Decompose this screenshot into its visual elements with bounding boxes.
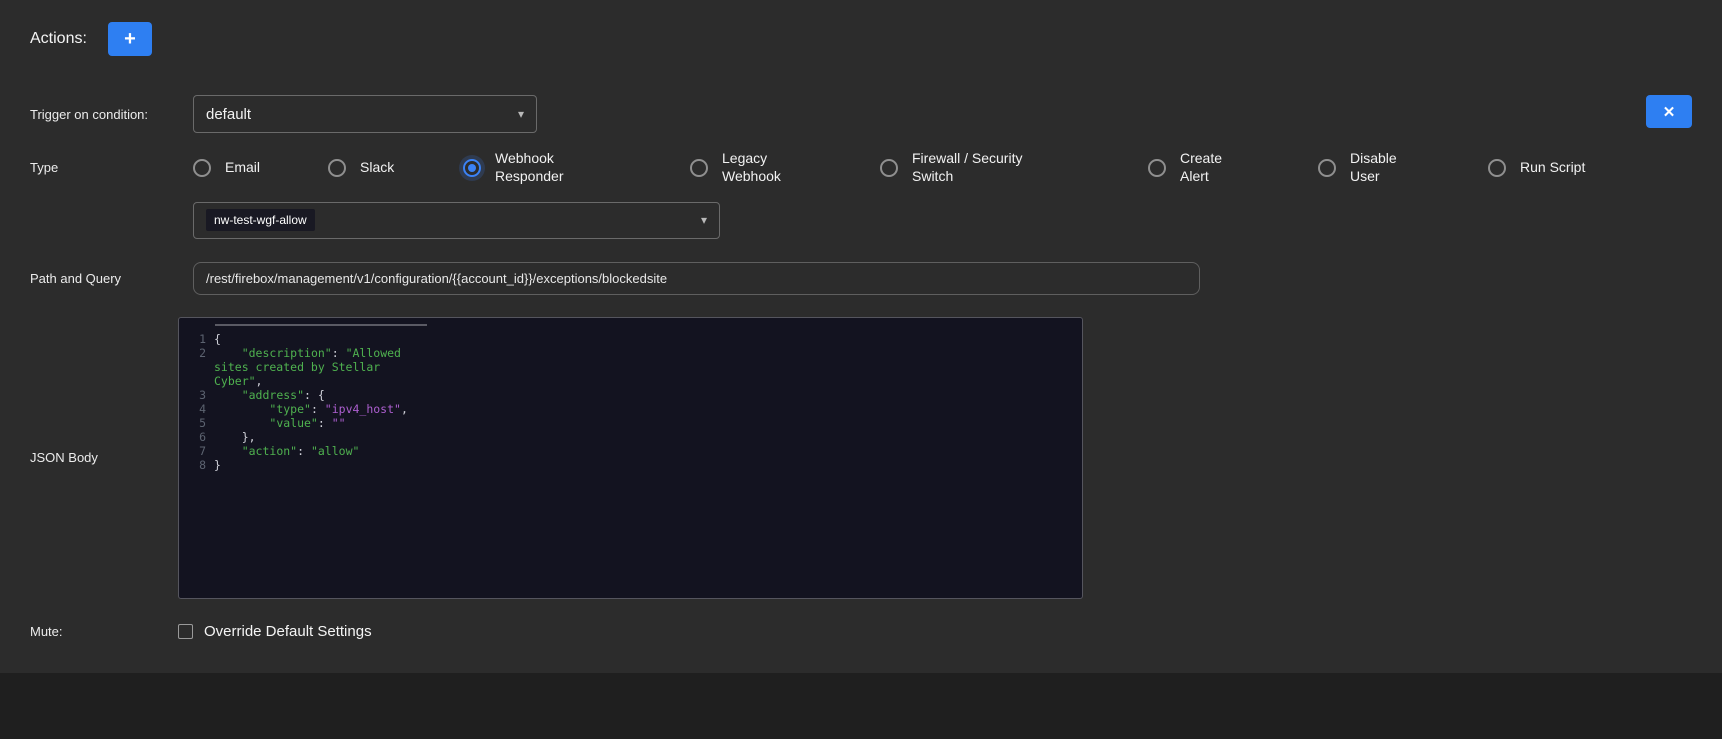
json-body-editor[interactable]: 1{2 "description": "Allowed sites create…: [178, 317, 1083, 599]
type-radio-option[interactable]: Legacy Webhook: [690, 150, 880, 186]
mute-row: Mute: Override Default Settings: [0, 623, 1722, 640]
radio-icon: [880, 159, 898, 177]
chevron-down-icon: ▾: [518, 107, 524, 121]
type-radio-group: Email Slack Webhook Responder Legacy Web…: [193, 150, 1585, 186]
close-icon: ✕: [1663, 103, 1676, 121]
code-text: },: [214, 430, 419, 444]
radio-icon: [690, 159, 708, 177]
type-label: Type: [30, 160, 193, 175]
trigger-condition-row: Trigger on condition: default ▾: [0, 95, 1722, 133]
plus-icon: +: [124, 28, 136, 51]
radio-label: Run Script: [1520, 159, 1585, 177]
radio-label: Email: [225, 159, 260, 177]
json-body-row: JSON Body 1{2 "description": "Allowed si…: [0, 317, 1722, 599]
code-line: 7 "action": "allow": [179, 444, 1082, 458]
code-text: {: [214, 332, 419, 346]
add-action-button[interactable]: +: [108, 22, 152, 56]
mute-label: Mute:: [30, 624, 178, 639]
remove-action-button[interactable]: ✕: [1646, 95, 1692, 128]
code-line: 6 },: [179, 430, 1082, 444]
type-radio-option[interactable]: Run Script: [1488, 159, 1585, 177]
radio-label: Webhook Responder: [495, 150, 565, 186]
override-default-settings-label: Override Default Settings: [204, 623, 372, 640]
radio-label: Disable User: [1350, 150, 1420, 186]
code-text: "type": "ipv4_host",: [214, 402, 419, 416]
path-and-query-label: Path and Query: [30, 271, 193, 286]
radio-icon: [463, 159, 481, 177]
json-body-label: JSON Body: [30, 450, 178, 465]
path-row: Path and Query: [0, 262, 1722, 295]
responder-select[interactable]: nw-test-wgf-allow ▾: [193, 202, 720, 239]
line-number: 2: [179, 346, 214, 388]
line-number: 3: [179, 388, 214, 402]
responder-row: nw-test-wgf-allow ▾: [0, 202, 1722, 239]
trigger-condition-select[interactable]: default ▾: [193, 95, 537, 133]
radio-label: Legacy Webhook: [722, 150, 792, 186]
type-radio-option[interactable]: Slack: [328, 159, 463, 177]
radio-icon: [193, 159, 211, 177]
type-row: Type Email Slack Webhook Responder Legac…: [0, 150, 1722, 186]
chevron-down-icon: ▾: [701, 213, 707, 227]
type-radio-option[interactable]: Disable User: [1318, 150, 1488, 186]
override-default-settings-option[interactable]: Override Default Settings: [178, 623, 372, 640]
code-line: 3 "address": {: [179, 388, 1082, 402]
responder-tag: nw-test-wgf-allow: [206, 209, 315, 231]
code-line: 5 "value": "": [179, 416, 1082, 430]
code-text: "description": "Allowed sites created by…: [214, 346, 419, 388]
code-line: 1{: [179, 332, 1082, 346]
line-number: 5: [179, 416, 214, 430]
type-radio-option[interactable]: Webhook Responder: [463, 150, 690, 186]
override-default-settings-checkbox[interactable]: [178, 624, 193, 639]
type-radio-option[interactable]: Email: [193, 159, 328, 177]
actions-label: Actions:: [30, 30, 87, 48]
line-number: 7: [179, 444, 214, 458]
code-text: "action": "allow": [214, 444, 419, 458]
radio-label: Firewall / Security Switch: [912, 150, 1034, 186]
path-and-query-input[interactable]: [193, 262, 1200, 295]
code-text: "address": {: [214, 388, 419, 402]
line-number: 6: [179, 430, 214, 444]
type-radio-option[interactable]: Firewall / Security Switch: [880, 150, 1148, 186]
radio-icon: [1148, 159, 1166, 177]
trigger-condition-label: Trigger on condition:: [30, 107, 193, 122]
line-number: 4: [179, 402, 214, 416]
radio-icon: [1488, 159, 1506, 177]
code-line: 8}: [179, 458, 1082, 472]
line-number: 8: [179, 458, 214, 472]
editor-scrollbar[interactable]: [215, 324, 427, 326]
radio-icon: [1318, 159, 1336, 177]
trigger-condition-value: default: [206, 106, 251, 123]
actions-header: Actions: +: [0, 0, 1722, 56]
code-text: }: [214, 458, 419, 472]
code-line: 2 "description": "Allowed sites created …: [179, 346, 1082, 388]
radio-label: Slack: [360, 159, 394, 177]
type-radio-option[interactable]: Create Alert: [1148, 150, 1318, 186]
code-lines: 1{2 "description": "Allowed sites create…: [179, 332, 1082, 472]
code-text: "value": "": [214, 416, 419, 430]
line-number: 1: [179, 332, 214, 346]
actions-panel: Actions: + ✕ Trigger on condition: defau…: [0, 0, 1722, 673]
radio-icon: [328, 159, 346, 177]
radio-label: Create Alert: [1180, 150, 1250, 186]
code-line: 4 "type": "ipv4_host",: [179, 402, 1082, 416]
